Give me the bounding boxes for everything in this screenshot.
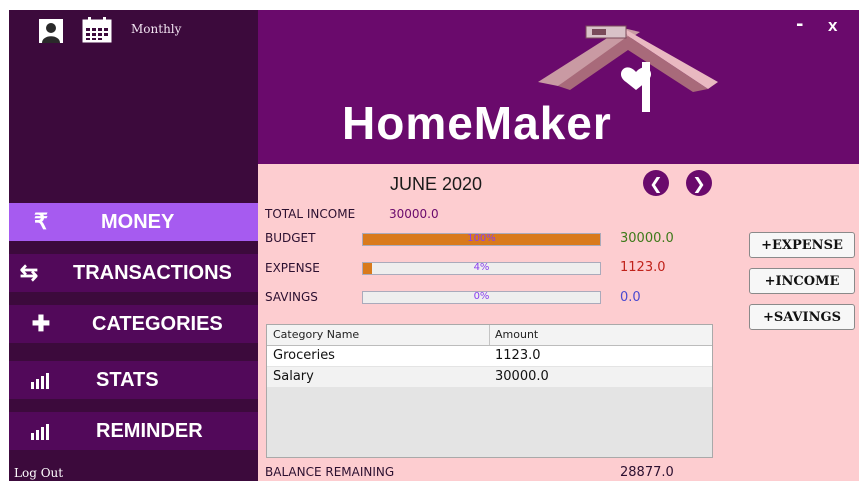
prev-month-button[interactable]: ❮: [643, 170, 669, 196]
category-table: Category Name Amount Groceries 1123.0 Sa…: [266, 324, 713, 458]
nav-money[interactable]: ₹ MONEY: [9, 203, 258, 241]
table-row[interactable]: Groceries 1123.0: [267, 346, 712, 366]
nav-transactions-label: TRANSACTIONS: [73, 262, 232, 284]
column-header-amount[interactable]: Amount: [495, 328, 538, 341]
rupee-icon: ₹: [34, 209, 48, 234]
minimize-button[interactable]: -: [796, 14, 803, 35]
savings-label: SAVINGS: [265, 290, 318, 304]
table-header: Category Name Amount: [267, 325, 712, 346]
nav-transactions[interactable]: ⇆ TRANSACTIONS: [9, 254, 258, 292]
expense-label: EXPENSE: [265, 261, 320, 275]
nav-categories-label: CATEGORIES: [92, 313, 223, 335]
period-label: Monthly: [131, 22, 182, 36]
app-logo-text: HomeMaker: [342, 97, 612, 149]
savings-percent: 0%: [473, 291, 490, 302]
column-header-category[interactable]: Category Name: [273, 328, 359, 341]
expense-value: 1123.0: [620, 260, 666, 275]
add-expense-button[interactable]: +EXPENSE: [749, 232, 855, 258]
savings-value: 0.0: [620, 290, 641, 305]
nav-stats-label: STATS: [96, 369, 159, 391]
table-row[interactable]: Salary 30000.0: [267, 367, 712, 387]
expense-progress-bar: 4%: [362, 262, 601, 275]
next-month-button[interactable]: ❯: [686, 170, 712, 196]
nav-stats[interactable]: STATS: [9, 361, 258, 399]
budget-label: BUDGET: [265, 231, 316, 245]
close-button[interactable]: x: [828, 16, 837, 36]
total-income-value: 30000.0: [389, 207, 439, 221]
chevron-left-icon: ❮: [649, 173, 663, 193]
budget-value: 30000.0: [620, 231, 674, 246]
amount-cell: 30000.0: [495, 369, 549, 384]
amount-cell: 1123.0: [495, 348, 541, 363]
nav-reminder-label: REMINDER: [96, 420, 203, 442]
total-income-label: TOTAL INCOME: [265, 207, 356, 221]
budget-percent: 100%: [467, 233, 496, 244]
budget-progress-bar: 100%: [362, 233, 601, 246]
balance-remaining-label: BALANCE REMAINING: [265, 465, 395, 479]
add-savings-button[interactable]: +SAVINGS: [749, 304, 855, 330]
sidebar: [9, 10, 258, 481]
user-icon[interactable]: [39, 19, 63, 43]
balance-remaining-value: 28877.0: [620, 465, 674, 480]
chevron-right-icon: ❯: [692, 173, 706, 193]
stats-icon: [21, 365, 61, 395]
nav-categories[interactable]: ✚ CATEGORIES: [9, 305, 258, 343]
calendar-icon[interactable]: [82, 17, 112, 43]
logout-link[interactable]: Log Out: [14, 466, 63, 480]
nav-money-label: MONEY: [101, 211, 175, 233]
category-name-cell: Groceries: [273, 348, 335, 363]
reminder-icon: [21, 416, 61, 446]
nav-reminder[interactable]: REMINDER: [9, 412, 258, 450]
savings-progress-bar: 0%: [362, 291, 601, 304]
category-name-cell: Salary: [273, 369, 314, 384]
expense-percent: 4%: [473, 262, 490, 273]
add-income-button[interactable]: +INCOME: [749, 268, 855, 294]
column-divider: [489, 325, 490, 345]
plus-icon: ✚: [31, 311, 51, 336]
month-title: JUNE 2020: [390, 174, 483, 194]
transfer-icon: ⇆: [19, 260, 39, 285]
